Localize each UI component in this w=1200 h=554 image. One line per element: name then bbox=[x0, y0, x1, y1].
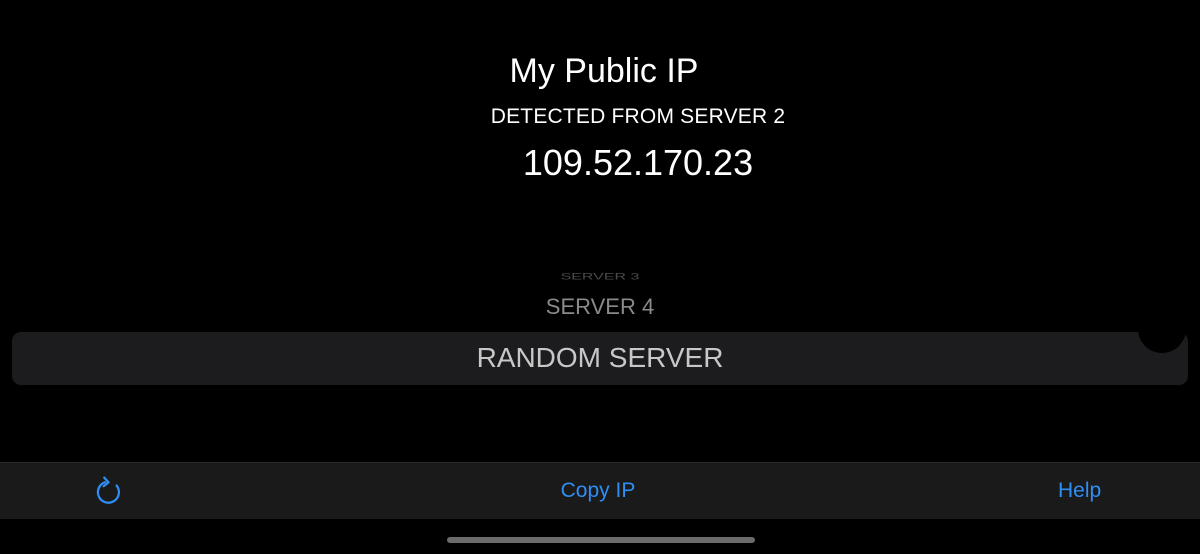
detected-server-text: DETECTED FROM SERVER 2 bbox=[490, 105, 786, 128]
app-screen: My Public IP DETECTED FROM SERVER 2 109.… bbox=[0, 0, 1200, 554]
picker-option-random-server[interactable]: RANDOM SERVER bbox=[0, 339, 1200, 377]
page-title-text: My Public IP bbox=[509, 52, 699, 90]
server-picker[interactable]: SERVER 3 SERVER 4 RANDOM SERVER bbox=[0, 255, 1200, 395]
ip-address-display: 109.52.170.23 bbox=[0, 141, 1200, 185]
ip-address-text: 109.52.170.23 bbox=[522, 142, 754, 183]
bottom-toolbar: Copy IP Help bbox=[0, 462, 1200, 519]
help-button[interactable]: Help bbox=[1058, 477, 1101, 505]
picker-option-server-4[interactable]: SERVER 4 bbox=[0, 293, 1200, 321]
home-indicator[interactable] bbox=[447, 537, 755, 543]
detected-server-label: DETECTED FROM SERVER 2 bbox=[0, 103, 1200, 131]
copy-ip-button[interactable]: Copy IP bbox=[0, 477, 1196, 505]
picker-option-server-3[interactable]: SERVER 3 bbox=[0, 272, 1200, 283]
page-title: My Public IP bbox=[0, 50, 1200, 92]
